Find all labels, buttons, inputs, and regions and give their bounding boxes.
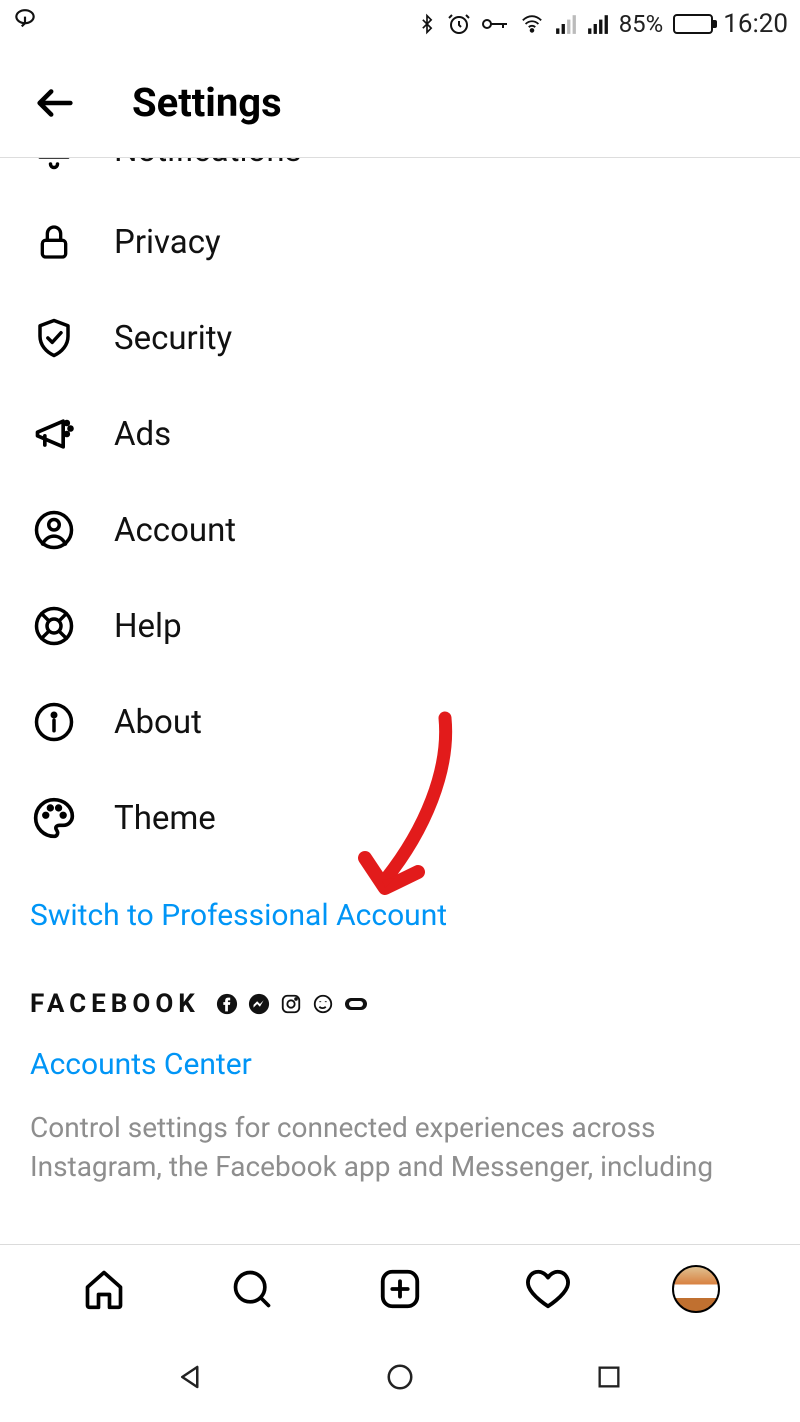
bell-icon [32, 158, 76, 172]
palette-icon [32, 796, 76, 840]
back-button[interactable] [30, 78, 80, 128]
settings-item-theme[interactable]: Theme [0, 770, 800, 866]
signal-1-icon [555, 13, 577, 35]
settings-item-ads[interactable]: Ads [0, 386, 800, 482]
settings-item-privacy[interactable]: Privacy [0, 194, 800, 290]
bottom-nav [0, 1244, 800, 1332]
info-icon [32, 700, 76, 744]
page-title: Settings [132, 79, 282, 126]
system-nav [0, 1332, 800, 1422]
status-left [12, 8, 38, 40]
settings-item-about[interactable]: About [0, 674, 800, 770]
circle-home-icon [385, 1362, 415, 1392]
settings-content: Notifications Privacy Security [0, 158, 800, 1244]
arrow-left-icon [32, 80, 78, 126]
settings-item-label: Account [114, 511, 236, 550]
facebook-icon [216, 993, 238, 1015]
accounts-center-description: Control settings for connected experienc… [0, 1090, 800, 1186]
clock: 16:20 [723, 9, 788, 39]
battery-icon [673, 14, 713, 34]
megaphone-icon [32, 412, 76, 456]
instagram-icon [280, 993, 302, 1015]
vpn-icon [12, 8, 38, 40]
plus-square-icon [377, 1266, 423, 1312]
nav-home[interactable] [79, 1264, 129, 1314]
status-right: 85% 16:20 [417, 9, 788, 39]
switch-professional-link[interactable]: Switch to Professional Account [0, 866, 800, 965]
settings-item-label: Notifications [114, 158, 302, 170]
settings-item-label: Help [114, 607, 182, 646]
profile-avatar [672, 1265, 720, 1313]
square-recent-icon [595, 1363, 623, 1391]
battery-percent: 85% [619, 10, 664, 38]
settings-item-label: About [114, 703, 202, 742]
settings-item-account[interactable]: Account [0, 482, 800, 578]
wifi-icon [519, 13, 545, 35]
oculus-icon [344, 997, 368, 1011]
key-icon [481, 15, 509, 33]
lock-icon [32, 220, 76, 264]
settings-item-notifications[interactable]: Notifications [0, 158, 800, 198]
alarm-icon [447, 12, 471, 36]
facebook-section: FACEBOOK [0, 965, 800, 1019]
settings-item-label: Privacy [114, 223, 221, 262]
settings-list: Privacy Security Ads [0, 194, 800, 866]
lifebuoy-icon [32, 604, 76, 648]
accounts-center-link[interactable]: Accounts Center [0, 1019, 800, 1090]
status-bar: 85% 16:20 [0, 0, 800, 48]
nav-create[interactable] [375, 1264, 425, 1314]
shield-check-icon [32, 316, 76, 360]
settings-item-security[interactable]: Security [0, 290, 800, 386]
home-icon [82, 1267, 126, 1311]
nav-activity[interactable] [523, 1264, 573, 1314]
settings-item-label: Ads [114, 415, 171, 454]
whatsapp-icon [312, 993, 334, 1015]
triangle-back-icon [176, 1362, 206, 1392]
facebook-label: FACEBOOK [30, 989, 200, 1019]
signal-2-icon [587, 13, 609, 35]
sys-recent-button[interactable] [591, 1359, 627, 1395]
search-icon [230, 1267, 274, 1311]
nav-profile[interactable] [671, 1264, 721, 1314]
heart-icon [525, 1266, 571, 1312]
settings-item-label: Security [114, 319, 232, 358]
bluetooth-icon [417, 12, 437, 36]
sys-back-button[interactable] [173, 1359, 209, 1395]
facebook-apps-icons [216, 993, 368, 1015]
messenger-icon [248, 993, 270, 1015]
user-circle-icon [32, 508, 76, 552]
settings-item-help[interactable]: Help [0, 578, 800, 674]
settings-item-label: Theme [114, 799, 216, 838]
settings-header: Settings [0, 48, 800, 158]
nav-search[interactable] [227, 1264, 277, 1314]
sys-home-button[interactable] [382, 1359, 418, 1395]
